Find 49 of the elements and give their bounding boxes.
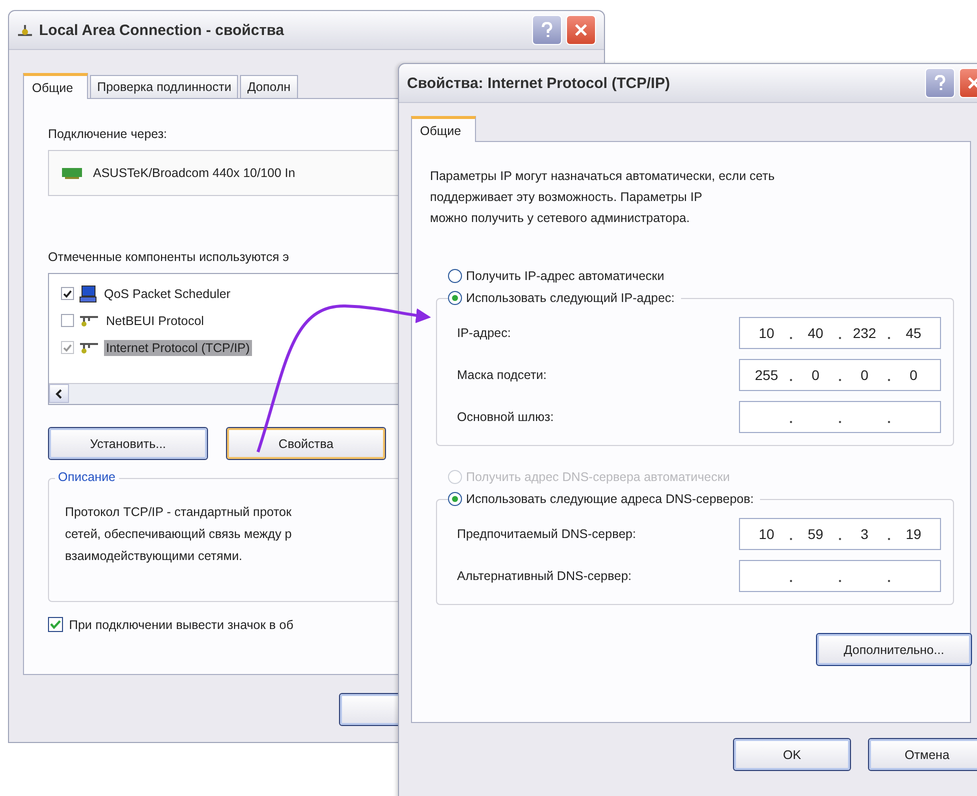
radio-label[interactable]: Использовать следующий IP-адрес: xyxy=(466,291,675,305)
list-item[interactable]: QoS Packet Scheduler xyxy=(102,286,232,302)
scroll-left-icon[interactable] xyxy=(49,384,69,403)
dialog-button[interactable]: OK xyxy=(733,738,851,771)
dialog-button[interactable]: Свойства xyxy=(226,427,386,460)
field-label: Альтернативный DNS-сервер: xyxy=(457,569,632,583)
window-title: Local Area Connection - свойства xyxy=(39,22,285,38)
help-icon[interactable] xyxy=(925,68,955,98)
radio-button[interactable] xyxy=(448,492,462,506)
list-label: Отмеченные компоненты используются э xyxy=(48,250,289,264)
field-label: Предпочитаемый DNS-сервер: xyxy=(457,527,636,541)
dialog-button[interactable]: Установить... xyxy=(48,427,208,460)
network-icon xyxy=(79,314,99,328)
ip-address-field[interactable] xyxy=(739,560,941,592)
dialog-button[interactable]: Отмена xyxy=(868,738,977,771)
field-label: Основной шлюз: xyxy=(457,410,554,424)
close-icon[interactable] xyxy=(566,15,596,45)
radio-label[interactable]: Получить IP-адрес автоматически xyxy=(466,269,664,283)
checkbox[interactable] xyxy=(48,617,63,632)
field-label: Подключение через: xyxy=(48,127,168,141)
field-label: Маска подсети: xyxy=(457,368,547,382)
tab[interactable]: Общие xyxy=(411,116,476,142)
ip-address-field[interactable]: 255 0 0 0 xyxy=(739,359,941,391)
description-text: сетей, обеспечивающий связь между р xyxy=(65,527,292,541)
advanced-button[interactable]: Дополнительно... xyxy=(816,633,972,666)
help-icon[interactable] xyxy=(532,15,562,45)
network-icon xyxy=(17,23,33,37)
computer-icon xyxy=(79,284,97,302)
radio-button[interactable] xyxy=(448,269,462,283)
description-text: взаимодействующими сетями. xyxy=(65,549,242,563)
tab[interactable]: Общие xyxy=(23,73,88,99)
group-legend: Описание xyxy=(55,470,119,484)
radio-label[interactable]: Использовать следующие адреса DNS-серверов: xyxy=(466,492,754,506)
tab[interactable]: Проверка подлинности xyxy=(90,75,238,98)
network-card-icon xyxy=(61,166,83,180)
field-label: IP-адрес: xyxy=(457,326,511,340)
checkbox-label[interactable]: При подключении вывести значок в об xyxy=(69,618,294,632)
window-title: Свойства: Internet Protocol (TCP/IP) xyxy=(407,74,671,92)
network-icon xyxy=(79,340,99,354)
list-item[interactable]: NetBEUI Protocol xyxy=(104,312,206,328)
ip-address-field[interactable]: 10 59 3 19 xyxy=(739,518,941,550)
checkbox[interactable] xyxy=(61,314,74,327)
checkbox[interactable] xyxy=(61,287,74,300)
radio-button[interactable] xyxy=(448,291,462,305)
ip-address-field[interactable] xyxy=(739,401,941,433)
list-item[interactable]: Internet Protocol (TCP/IP) xyxy=(104,340,252,356)
ip-address-field[interactable]: 10 40 232 45 xyxy=(739,317,941,349)
description-text: Протокол TCP/IP - стандартный проток xyxy=(65,505,292,519)
tab[interactable]: Дополн xyxy=(240,75,298,98)
